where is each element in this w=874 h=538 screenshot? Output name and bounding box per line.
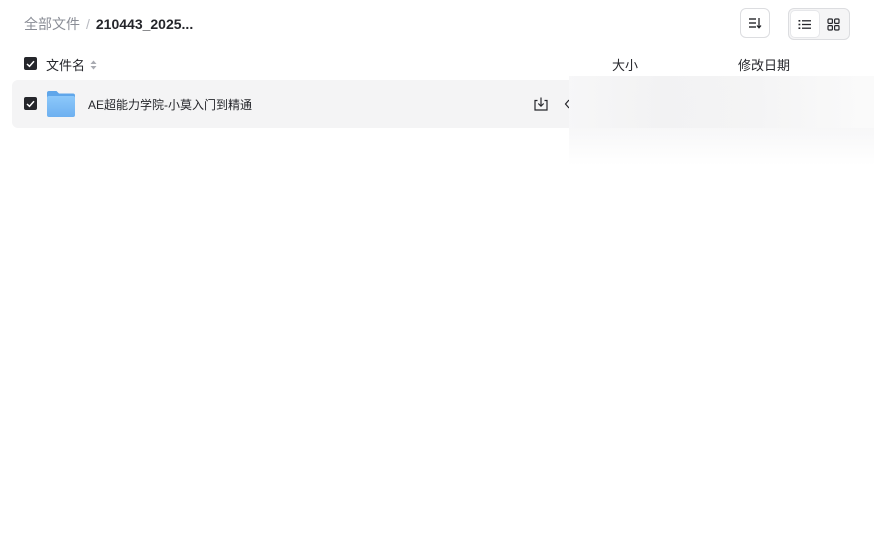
column-header-size[interactable]: 大小 xyxy=(612,55,638,74)
select-all-checkbox[interactable] xyxy=(24,57,37,70)
breadcrumb-separator: / xyxy=(86,16,90,32)
table-header: 文件名 大小 修改日期 xyxy=(12,50,874,78)
row-file-name[interactable]: AE超能力学院-小莫入门到精通 xyxy=(88,96,252,113)
list-icon xyxy=(798,19,811,29)
grid-icon xyxy=(826,17,840,31)
breadcrumb: 全部文件 / 210443_2025... xyxy=(24,14,193,34)
breadcrumb-root[interactable]: 全部文件 xyxy=(24,14,80,34)
breadcrumb-current: 210443_2025... xyxy=(95,16,194,32)
row-checkbox[interactable] xyxy=(24,97,37,110)
check-icon xyxy=(26,100,35,107)
sort-toggle-icon xyxy=(90,60,97,70)
column-header-name[interactable]: 文件名 xyxy=(46,55,97,74)
check-icon xyxy=(26,60,35,67)
folder-icon xyxy=(47,91,75,117)
list-view-button[interactable] xyxy=(791,11,819,37)
download-icon[interactable] xyxy=(533,96,549,112)
sort-button[interactable] xyxy=(740,8,770,38)
view-mode-toggle xyxy=(788,8,850,40)
grid-view-button[interactable] xyxy=(819,11,847,37)
sort-lines-icon xyxy=(749,18,762,29)
file-browser: 全部文件 / 210443_2025... 文件名 大小 修改日期 AE超能力学… xyxy=(0,0,874,538)
blurred-region xyxy=(569,76,874,166)
column-header-name-label: 文件名 xyxy=(46,58,86,73)
column-header-modified[interactable]: 修改日期 xyxy=(738,55,790,74)
